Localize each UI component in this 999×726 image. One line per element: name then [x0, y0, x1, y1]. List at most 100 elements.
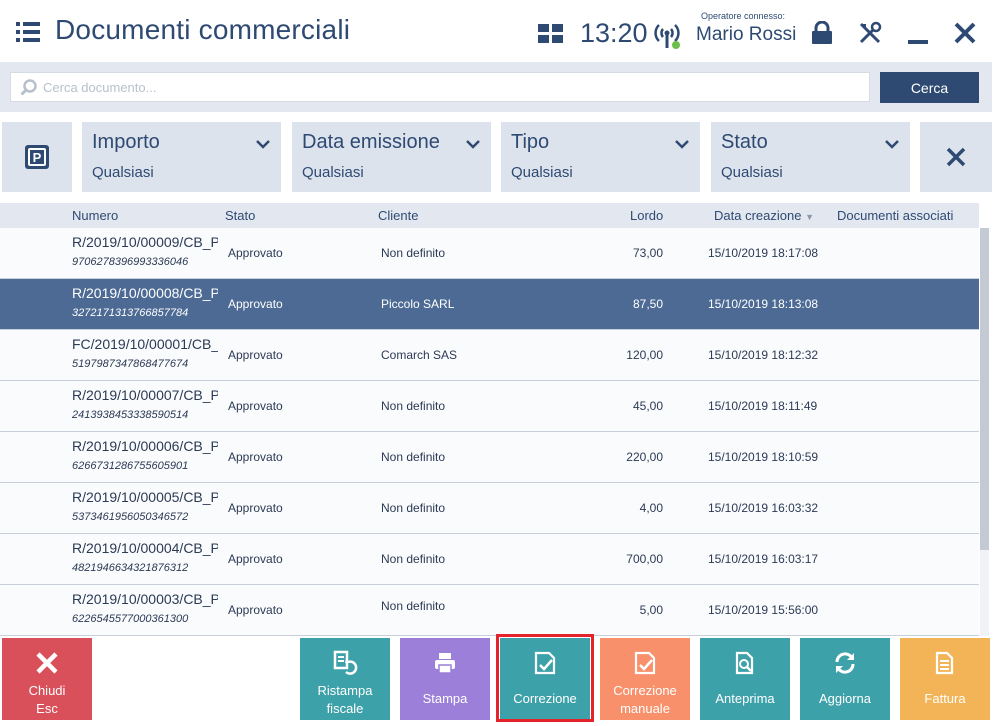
lock-icon[interactable] — [808, 18, 836, 48]
column-data-creazione[interactable]: Data creazione ▼ — [714, 208, 814, 223]
reprint-icon — [300, 650, 390, 676]
table-row[interactable]: R/2019/10/00005/CB_P 5373461956050346572… — [0, 483, 979, 534]
scrollbar[interactable] — [980, 228, 989, 636]
selection-highlight — [496, 634, 594, 722]
cell-stato: Approvato — [228, 552, 283, 566]
filter-tipo[interactable]: Tipo Qualsiasi — [501, 122, 700, 192]
cell-stato: Approvato — [228, 501, 283, 515]
column-documenti-associati[interactable]: Documenti associati — [837, 208, 953, 223]
button-label: Stampa — [422, 691, 468, 706]
table-row[interactable]: R/2019/10/00003/CB_P 6226545577000361300… — [0, 585, 979, 636]
close-x-icon — [2, 650, 92, 676]
column-label: Data creazione — [714, 208, 802, 223]
preview-button[interactable]: Anteprima — [700, 638, 790, 720]
tools-icon[interactable] — [856, 18, 884, 48]
grid-icon[interactable] — [538, 24, 564, 44]
cell-cliente: Non definito — [381, 552, 446, 566]
print-button[interactable]: Stampa — [400, 638, 490, 720]
filter-stato[interactable]: Stato Qualsiasi — [711, 122, 910, 192]
table-row[interactable]: FC/2019/10/00001/CB_ 5197987347868477674… — [0, 330, 979, 381]
filter-data-emissione[interactable]: Data emissione Qualsiasi — [292, 122, 491, 192]
cell-cliente: Piccolo SARL — [381, 297, 455, 311]
cell-data: 15/10/2019 18:13:08 — [708, 297, 819, 311]
cell-stato: Approvato — [228, 348, 283, 362]
operator-name: Mario Rossi — [696, 24, 797, 45]
cell-codice: 5373461956050346572 — [72, 511, 189, 523]
button-label: Correzione — [613, 683, 677, 698]
invoice-button[interactable]: Fattura — [900, 638, 990, 720]
filter-label: Stato — [721, 131, 768, 153]
column-lordo[interactable]: Lordo — [630, 208, 663, 223]
filter-importo[interactable]: Importo Qualsiasi — [82, 122, 281, 192]
manual-correction-button[interactable]: Correzione manuale — [600, 638, 690, 720]
cell-data: 15/10/2019 16:03:17 — [708, 552, 819, 566]
cell-codice: 9706278396993336046 — [72, 256, 189, 268]
chevron-down-icon — [256, 140, 270, 149]
close-icon[interactable] — [951, 18, 979, 48]
table-row[interactable]: R/2019/10/00007/CB_P 2413938453338590514… — [0, 381, 979, 432]
cell-lordo: 73,00 — [632, 246, 663, 260]
clear-filters-button[interactable] — [920, 122, 992, 192]
column-cliente[interactable]: Cliente — [378, 208, 418, 223]
cell-lordo: 700,00 — [626, 552, 663, 566]
button-label: fiscale — [326, 701, 364, 716]
signal-icon — [652, 20, 682, 50]
search-icon — [20, 79, 37, 96]
minimize-icon[interactable] — [904, 18, 932, 48]
filter-label: Tipo — [511, 131, 550, 153]
cell-codice: 4821946634321876312 — [72, 562, 189, 574]
cell-data: 15/10/2019 18:11:49 — [708, 399, 818, 413]
cell-lordo: 4,00 — [639, 501, 663, 515]
close-button[interactable]: Chiudi Esc — [2, 638, 92, 720]
menu-icon[interactable] — [16, 22, 40, 42]
button-label: Fattura — [924, 691, 966, 706]
cell-codice: 6226545577000361300 — [72, 613, 189, 625]
cell-stato: Approvato — [228, 246, 283, 260]
chevron-down-icon — [885, 140, 899, 149]
manual-correction-icon — [600, 650, 690, 676]
cell-stato: Approvato — [228, 399, 283, 413]
cell-numero: R/2019/10/00007/CB_P — [72, 387, 218, 403]
search-input[interactable] — [43, 73, 863, 101]
scrollbar-thumb[interactable] — [980, 228, 989, 550]
column-numero[interactable]: Numero — [72, 208, 118, 223]
cell-codice: 6266731286755605901 — [72, 460, 189, 472]
cell-cliente: Non definito — [381, 450, 446, 464]
cell-cliente: Comarch SAS — [381, 348, 458, 362]
column-stato[interactable]: Stato — [225, 208, 255, 223]
cell-data: 15/10/2019 16:03:32 — [708, 501, 819, 515]
cell-cliente: Non definito — [381, 399, 446, 413]
cell-codice: 3272171313766857784 — [72, 307, 189, 319]
parking-button[interactable]: P — [2, 122, 72, 192]
table-row-selected[interactable]: R/2019/10/00008/CB_P 3272171313766857784… — [0, 279, 979, 330]
search-bar: Cerca — [0, 62, 992, 112]
table-row[interactable]: R/2019/10/00009/CB_P 9706278396993336046… — [0, 228, 979, 279]
cell-data: 15/10/2019 15:56:00 — [708, 603, 819, 617]
refresh-button[interactable]: Aggiorna — [800, 638, 890, 720]
cell-lordo: 45,00 — [632, 399, 663, 413]
search-field[interactable] — [10, 72, 870, 102]
button-label: manuale — [620, 701, 670, 716]
search-button[interactable]: Cerca — [880, 72, 979, 103]
button-label: Chiudi — [28, 683, 66, 698]
refresh-icon — [800, 650, 890, 676]
cell-cliente: Non definito — [381, 501, 446, 515]
cell-lordo: 87,50 — [632, 297, 663, 311]
button-label: Anteprima — [715, 691, 775, 706]
cell-stato: Approvato — [228, 603, 283, 617]
filter-value: Qualsiasi — [302, 164, 364, 181]
parking-icon: P — [25, 145, 49, 169]
table-row[interactable]: R/2019/10/00006/CB_P 6266731286755605901… — [0, 432, 979, 483]
reprint-fiscal-button[interactable]: Ristampa fiscale — [300, 638, 390, 720]
cell-lordo: 120,00 — [626, 348, 663, 362]
cell-stato: Approvato — [228, 297, 283, 311]
table-row[interactable]: R/2019/10/00004/CB_P 4821946634321876312… — [0, 534, 979, 585]
shortcut-label: Esc — [36, 701, 58, 716]
table-header: Numero Stato Cliente Lordo Data creazion… — [0, 203, 979, 228]
cell-numero: FC/2019/10/00001/CB_ — [72, 336, 218, 352]
filter-bar: P Importo Qualsiasi Data emissione Quals… — [0, 112, 992, 202]
invoice-icon — [900, 650, 990, 676]
cell-numero: R/2019/10/00006/CB_P — [72, 438, 218, 454]
cell-data: 15/10/2019 18:12:32 — [708, 348, 819, 362]
cell-cliente: Non definito — [381, 599, 446, 613]
